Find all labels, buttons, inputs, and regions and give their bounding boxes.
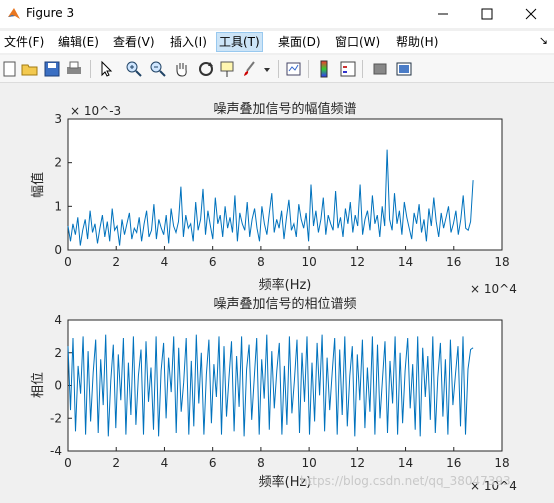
rotate-3d-icon[interactable]	[196, 59, 216, 79]
phase-y-tick-label: -4	[50, 444, 62, 458]
phase-y-tick-label: -2	[50, 411, 62, 425]
toolbar-separator	[278, 60, 279, 78]
amplitude-y-tick-label: 3	[54, 112, 62, 126]
phase-x-tick-label: 18	[494, 456, 509, 470]
menu-edit[interactable]: 编辑(E)	[56, 33, 101, 51]
phase-x-tick-label: 2	[112, 456, 120, 470]
amplitude-x-tick-label: 14	[398, 255, 413, 269]
amplitude-x-tick-label: 10	[301, 255, 316, 269]
open-file-icon[interactable]	[20, 59, 40, 79]
menu-help[interactable]: 帮助(H)	[394, 33, 440, 51]
toolbar-separator	[308, 60, 309, 78]
menu-file[interactable]: 文件(F)	[2, 33, 46, 51]
amplitude-x-tick-label: 16	[446, 255, 461, 269]
phase-spectrum-axes[interactable]: 噪声叠加信号的相位谱频 相位 频率(Hz) × 10^4 0 2 4 6 8 10 12 14…	[31, 296, 517, 493]
amplitude-y-tick-label: 0	[54, 243, 62, 257]
amplitude-y-exponent: × 10^-3	[70, 104, 121, 118]
figure-svg: 噪声叠加信号的幅值频谱 幅值 频率(Hz) × 10^-3 × 10^4 0 2 4…	[30, 101, 517, 493]
menu-insert[interactable]: 插入(I)	[168, 33, 209, 51]
toolbar	[0, 55, 554, 83]
amplitude-x-tick-label: 6	[209, 255, 217, 269]
show-plot-tools-icon[interactable]	[394, 59, 414, 79]
menu-window[interactable]: 窗口(W)	[333, 33, 382, 51]
minimize-icon[interactable]	[428, 4, 458, 24]
data-cursor-icon[interactable]	[218, 59, 238, 79]
phase-x-tick-label: 0	[64, 456, 72, 470]
zoom-in-icon[interactable]	[124, 59, 144, 79]
menu-dock-arrow-icon[interactable]: ↘	[539, 34, 548, 47]
hide-plot-tools-icon[interactable]	[370, 59, 390, 79]
amplitude-x-tick-label: 4	[161, 255, 169, 269]
figure-canvas: 噪声叠加信号的幅值频谱 幅值 频率(Hz) × 10^-3 × 10^4 0 2 4…	[0, 83, 554, 499]
phase-y-tick-label: 2	[54, 346, 62, 360]
link-plot-icon[interactable]	[284, 59, 304, 79]
menu-desktop[interactable]: 桌面(D)	[276, 33, 323, 51]
matlab-logo-icon	[8, 8, 20, 19]
window-title: Figure 3	[26, 6, 75, 20]
phase-x-tick-label: 14	[398, 456, 413, 470]
phase-y-label: 相位	[31, 372, 46, 398]
phase-x-tick-label: 8	[257, 456, 265, 470]
phase-x-tick-label: 16	[446, 456, 461, 470]
phase-x-tick-label: 4	[161, 456, 169, 470]
watermark-text: https://blog.csdn.net/qq_38047393	[300, 474, 511, 488]
amplitude-spectrum-axes[interactable]: 噪声叠加信号的幅值频谱 幅值 频率(Hz) × 10^-3 × 10^4 0 2 4…	[30, 101, 517, 296]
amplitude-x-exponent: × 10^4	[470, 282, 517, 296]
toolbar-separator	[362, 60, 363, 78]
maximize-icon[interactable]	[472, 4, 502, 24]
print-icon[interactable]	[64, 59, 84, 79]
amplitude-x-tick-label: 2	[112, 255, 120, 269]
toolbar-separator	[90, 60, 91, 78]
amplitude-x-tick-label: 18	[494, 255, 509, 269]
menu-bar: 文件(F) 编辑(E) 查看(V) 插入(I) 工具(T) 桌面(D) 窗口(W…	[0, 31, 554, 53]
amplitude-x-tick-label: 0	[64, 255, 72, 269]
amplitude-x-tick-label: 8	[257, 255, 265, 269]
amplitude-plot-title: 噪声叠加信号的幅值频谱	[213, 101, 356, 117]
legend-icon[interactable]	[338, 59, 358, 79]
phase-y-tick-label: 4	[54, 313, 62, 327]
menu-view[interactable]: 查看(V)	[111, 33, 157, 51]
close-icon[interactable]	[516, 4, 546, 24]
amplitude-x-tick-label: 12	[350, 255, 365, 269]
amplitude-y-tick-label: 1	[54, 199, 62, 213]
phase-x-tick-label: 12	[350, 456, 365, 470]
amplitude-x-label: 频率(Hz)	[259, 277, 312, 293]
phase-x-tick-label: 6	[209, 456, 217, 470]
amplitude-y-tick-label: 2	[54, 156, 62, 170]
phase-x-tick-label: 10	[301, 456, 316, 470]
save-icon[interactable]	[42, 59, 62, 79]
new-figure-icon[interactable]	[0, 59, 20, 79]
phase-y-tick-label: 0	[54, 379, 62, 393]
menu-tools[interactable]: 工具(T)	[216, 32, 263, 52]
title-bar: Figure 3	[0, 0, 554, 28]
brush-icon[interactable]	[240, 59, 260, 79]
phase-plot-title: 噪声叠加信号的相位谱频	[213, 296, 356, 312]
colorbar-icon[interactable]	[314, 59, 334, 79]
select-arrow-icon[interactable]	[96, 59, 116, 79]
zoom-out-icon[interactable]	[148, 59, 168, 79]
amplitude-y-label: 幅值	[30, 172, 46, 198]
brush-dropdown-icon[interactable]	[262, 59, 272, 79]
pan-hand-icon[interactable]	[172, 59, 192, 79]
